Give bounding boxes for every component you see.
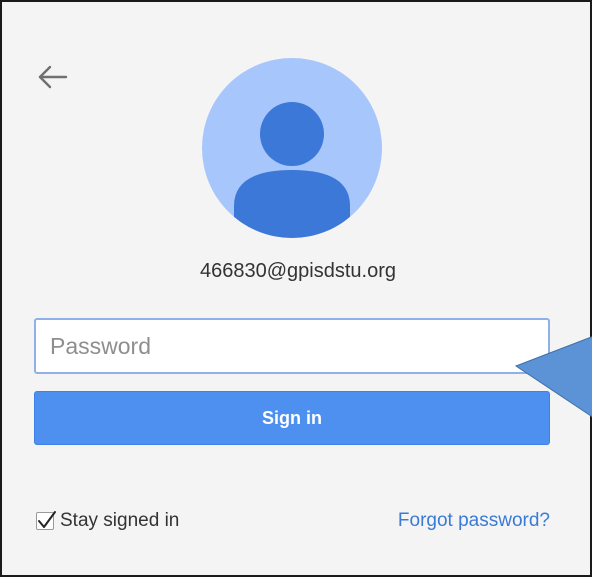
sign-in-button[interactable]: Sign in xyxy=(34,391,550,445)
account-email: 466830@gpisdstu.org xyxy=(200,260,396,282)
back-button[interactable] xyxy=(36,62,70,92)
password-input[interactable] xyxy=(34,318,550,374)
checkmark-icon xyxy=(38,511,56,528)
stay-signed-in-checkbox[interactable]: Stay signed in xyxy=(36,508,179,534)
forgot-password-link[interactable]: Forgot password? xyxy=(398,508,550,534)
checkbox-box[interactable] xyxy=(36,511,56,530)
sign-in-button-label: Sign in xyxy=(262,407,322,428)
person-avatar-icon xyxy=(202,58,382,238)
back-arrow-icon xyxy=(38,65,68,89)
signin-card: 466830@gpisdstu.org Sign in Stay signed … xyxy=(0,0,592,577)
stay-signed-in-label: Stay signed in xyxy=(60,510,180,531)
